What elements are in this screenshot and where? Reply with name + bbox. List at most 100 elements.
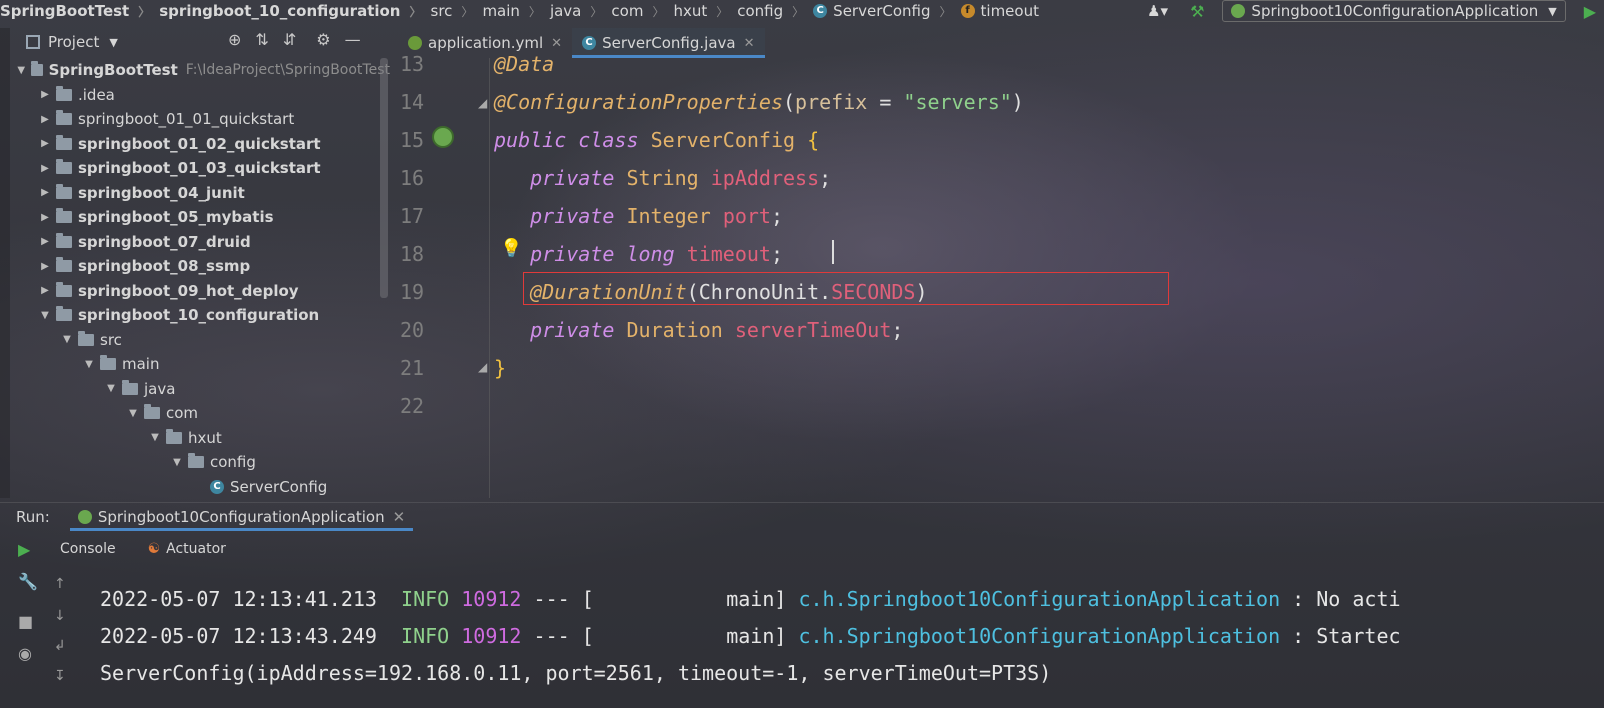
breadcrumb-src[interactable]: src 〉 bbox=[431, 2, 483, 20]
wrench-icon[interactable]: 🔧 bbox=[18, 572, 38, 591]
tree-item[interactable]: ▼ main bbox=[10, 352, 390, 377]
chevron-right-icon[interactable]: ▶ bbox=[38, 163, 52, 174]
stop-icon[interactable]: ■ bbox=[18, 612, 33, 631]
collapse-all-icon[interactable]: ⇵ bbox=[283, 30, 296, 49]
breadcrumb-config[interactable]: config 〉 bbox=[737, 2, 813, 20]
gear-icon[interactable]: ⚙ bbox=[316, 30, 330, 49]
chevron-down-icon[interactable]: ▼ bbox=[16, 65, 27, 76]
fold-marker-icon[interactable]: ◢ bbox=[478, 360, 487, 374]
chevron-right-icon: 〉 bbox=[652, 4, 665, 19]
locate-target-icon[interactable]: ⊕ bbox=[228, 30, 241, 49]
rerun-play-icon[interactable]: ▶ bbox=[18, 540, 30, 559]
spring-bean-gutter-icon[interactable] bbox=[432, 126, 454, 148]
camera-icon[interactable]: ◉ bbox=[18, 644, 32, 663]
close-icon[interactable]: ✕ bbox=[393, 508, 406, 526]
code-line-16[interactable]: private String ipAddress; bbox=[494, 166, 831, 190]
build-hammer-icon[interactable]: ⚒ bbox=[1190, 2, 1204, 21]
keyword-token: private bbox=[530, 204, 615, 228]
tree-item[interactable]: ▼ hxut bbox=[10, 426, 390, 451]
tree-item[interactable]: ▶ springboot_07_druid bbox=[10, 230, 390, 255]
chevron-down-icon[interactable]: ▼ bbox=[109, 36, 117, 49]
log-pid: 10912 bbox=[461, 624, 522, 648]
tree-root-label: SpringBootTest bbox=[48, 61, 178, 80]
code-line-20[interactable]: private Duration serverTimeOut; bbox=[494, 318, 903, 342]
tree-item-label: main bbox=[122, 355, 160, 374]
tree-item[interactable]: ▶ springboot_09_hot_deploy bbox=[10, 279, 390, 304]
code-line-21[interactable]: } bbox=[494, 356, 506, 380]
chevron-down-icon[interactable]: ▼ bbox=[60, 334, 74, 345]
chevron-right-icon[interactable]: ▶ bbox=[38, 261, 52, 272]
breadcrumb-class[interactable]: C ServerConfig 〉 bbox=[813, 2, 960, 20]
code-line-18[interactable]: private long timeout; bbox=[494, 242, 783, 266]
breadcrumb-hxut[interactable]: hxut 〉 bbox=[673, 2, 737, 20]
tab-console[interactable]: Console bbox=[60, 541, 116, 557]
chevron-right-icon[interactable]: ▶ bbox=[38, 236, 52, 247]
tree-root[interactable]: ▼ SpringBootTest F:\IdeaProject\SpringBo… bbox=[10, 58, 390, 83]
breadcrumb-com[interactable]: com 〉 bbox=[611, 2, 673, 20]
chevron-right-icon[interactable]: ▶ bbox=[38, 187, 52, 198]
tree-item-label: hxut bbox=[188, 428, 222, 447]
tree-item[interactable]: ▶ springboot_08_ssmp bbox=[10, 254, 390, 279]
semicolon-token: ; bbox=[770, 242, 784, 266]
tree-item[interactable]: ▶ springboot_01_03_quickstart bbox=[10, 156, 390, 181]
minimize-icon[interactable]: — bbox=[345, 30, 361, 49]
chevron-right-icon[interactable]: ▶ bbox=[38, 138, 52, 149]
close-icon[interactable]: ✕ bbox=[744, 36, 755, 51]
line-number: 21 bbox=[400, 356, 425, 380]
tree-item[interactable]: ▼ springboot_10_configuration bbox=[10, 303, 390, 328]
tree-item[interactable]: ▶ .idea bbox=[10, 83, 390, 108]
tab-actuator[interactable]: ☯ Actuator bbox=[148, 541, 226, 557]
chevron-right-icon[interactable]: ▶ bbox=[38, 114, 52, 125]
tree-item[interactable]: ▼ java bbox=[10, 377, 390, 402]
scroll-to-end-icon[interactable]: ↧ bbox=[54, 668, 66, 684]
tree-item[interactable]: ▼ src bbox=[10, 328, 390, 353]
scroll-up-icon[interactable]: ↑ bbox=[54, 576, 66, 592]
tree-item[interactable]: ▶ springboot_01_01_quickstart bbox=[10, 107, 390, 132]
breadcrumb-main[interactable]: main 〉 bbox=[482, 2, 550, 20]
chevron-down-icon[interactable]: ▼ bbox=[126, 408, 140, 419]
folder-icon bbox=[56, 306, 72, 322]
tree-item[interactable]: C ServerConfig bbox=[10, 475, 390, 499]
tree-item[interactable]: ▶ springboot_01_02_quickstart bbox=[10, 132, 390, 157]
string-token: "servers" bbox=[903, 90, 1012, 114]
run-configuration-select[interactable]: Springboot10ConfigurationApplication ▼ bbox=[1222, 0, 1566, 22]
tree-item[interactable]: ▶ springboot_05_mybatis bbox=[10, 205, 390, 230]
close-icon[interactable]: ✕ bbox=[551, 36, 562, 51]
tab-serverconfig-java[interactable]: C ServerConfig.java ✕ bbox=[572, 28, 765, 58]
field-token: serverTimeOut bbox=[734, 318, 892, 342]
fold-marker-icon[interactable]: ◢ bbox=[478, 96, 487, 110]
user-icon[interactable]: ♟▾ bbox=[1147, 2, 1168, 20]
breadcrumb-java[interactable]: java 〉 bbox=[550, 2, 611, 20]
tree-item[interactable]: ▼ config bbox=[10, 450, 390, 475]
code-line-14[interactable]: @ConfigurationProperties(prefix = "serve… bbox=[494, 90, 1024, 114]
chevron-right-icon[interactable]: ▶ bbox=[38, 89, 52, 100]
chevron-down-icon[interactable]: ▼ bbox=[82, 359, 96, 370]
code-line-15[interactable]: public class ServerConfig { bbox=[494, 128, 819, 152]
annotation-token: @Data bbox=[494, 52, 555, 76]
expand-all-icon[interactable]: ⇅ bbox=[255, 30, 268, 49]
chevron-right-icon[interactable]: ▶ bbox=[38, 285, 52, 296]
log-thread: main] bbox=[726, 624, 787, 648]
class-name-token: ServerConfig bbox=[650, 128, 796, 152]
breadcrumb-project[interactable]: SpringBootTest 〉 bbox=[0, 2, 159, 20]
run-tab[interactable]: Springboot10ConfigurationApplication ✕ bbox=[69, 503, 414, 531]
code-line-17[interactable]: private Integer port; bbox=[494, 204, 783, 228]
project-tool-window-strip[interactable] bbox=[0, 28, 10, 498]
yaml-file-icon bbox=[408, 36, 422, 50]
chevron-down-icon[interactable]: ▼ bbox=[38, 310, 52, 321]
tree-item[interactable]: ▼ com bbox=[10, 401, 390, 426]
project-tree-scrollbar[interactable] bbox=[380, 58, 388, 298]
soft-wrap-icon[interactable]: ↲ bbox=[54, 638, 66, 654]
breadcrumb-field[interactable]: f timeout bbox=[960, 2, 1039, 20]
chevron-right-icon[interactable]: ▶ bbox=[38, 212, 52, 223]
field-token: timeout bbox=[686, 242, 771, 266]
scroll-down-icon[interactable]: ↓ bbox=[54, 608, 66, 624]
code-line-13[interactable]: @Data bbox=[494, 52, 554, 76]
tree-item[interactable]: ▶ springboot_04_junit bbox=[10, 181, 390, 206]
run-play-icon[interactable]: ▶ bbox=[1584, 2, 1596, 21]
actuator-icon: ☯ bbox=[147, 541, 161, 557]
chevron-down-icon[interactable]: ▼ bbox=[170, 457, 184, 468]
chevron-down-icon[interactable]: ▼ bbox=[104, 383, 118, 394]
chevron-down-icon[interactable]: ▼ bbox=[148, 432, 162, 443]
breadcrumb-module[interactable]: springboot_10_configuration 〉 bbox=[159, 2, 430, 20]
